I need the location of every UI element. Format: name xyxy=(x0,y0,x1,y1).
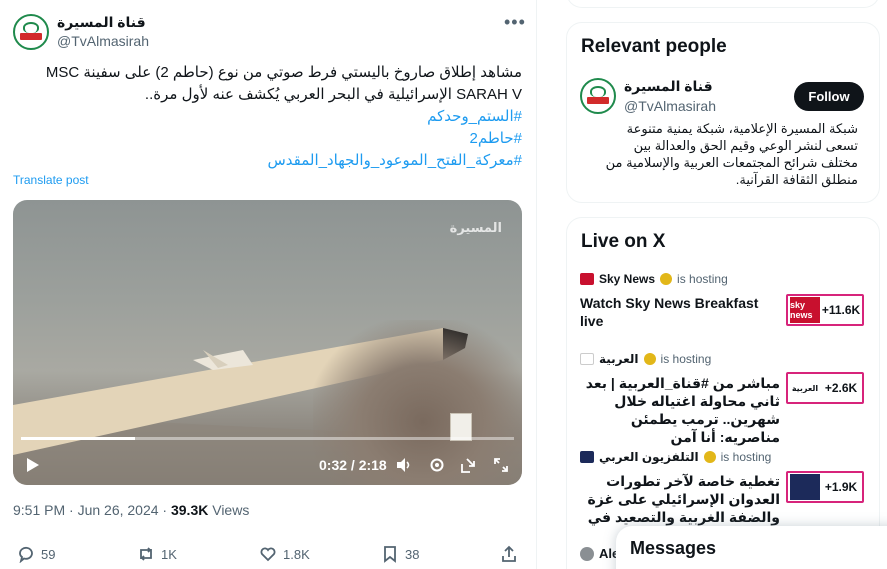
verified-badge-icon xyxy=(660,273,673,285)
views-count: 39.3K xyxy=(170,502,209,518)
hashtag-link[interactable]: #معركة_الفتح_الموعود_والجهاد_المقدس xyxy=(14,150,522,172)
reply-count: 59 xyxy=(41,546,56,562)
relevant-people-heading: Relevant people xyxy=(581,36,727,57)
live-listener-count: +1.9K xyxy=(824,480,858,494)
live-listener-count: +11.6K xyxy=(821,303,861,317)
video-player[interactable]: المسيرة 0:32 / 2:18 xyxy=(13,200,522,485)
live-listener-chip[interactable]: العربية +2.6K xyxy=(786,372,864,404)
sky-news-channel-icon xyxy=(580,273,594,285)
live-listener-count: +2.6K xyxy=(824,381,858,395)
repost-count: 1K xyxy=(161,546,177,562)
live-listener-chip[interactable]: sky news +11.6K xyxy=(786,294,864,326)
heart-icon xyxy=(260,547,276,562)
main-column: قناة المسيرة @TvAlmasirah ••• مشاهد إطلا… xyxy=(0,0,537,569)
relevant-person-handle[interactable]: @TvAlmasirah xyxy=(624,98,716,114)
hashtag-link[interactable]: #الستم_وحدكم xyxy=(14,106,522,128)
post-meta: 9:51 PM · Jun 26, 2024 · 39.3K Views xyxy=(13,502,249,518)
picture-in-picture-icon[interactable] xyxy=(460,456,478,474)
video-progress-fill xyxy=(21,437,136,440)
post-text-line: SARAH V الإسرائيلية في البحر العربي يُكش… xyxy=(144,86,522,103)
translate-post-link[interactable]: Translate post xyxy=(13,173,89,187)
video-watermark: المسيرة xyxy=(449,220,502,235)
bookmark-count: 38 xyxy=(405,546,420,562)
alaraby-tv-logo-icon xyxy=(790,474,820,500)
almasirah-logo-icon xyxy=(20,22,42,42)
volume-icon[interactable] xyxy=(395,456,413,474)
live-host-row[interactable]: العربية is hosting xyxy=(580,352,711,366)
live-host-row-partial[interactable]: Ale xyxy=(580,546,619,561)
live-host-name: العربية xyxy=(599,352,639,366)
relevant-person-avatar[interactable] xyxy=(580,78,616,114)
post-text-line: مشاهد إطلاق صاروخ باليستي فرط صوتي من نو… xyxy=(45,64,522,81)
alaraby-tv-channel-icon xyxy=(580,451,594,463)
reply-icon xyxy=(19,546,33,563)
share-button[interactable] xyxy=(500,545,518,563)
live-host-name: التلفزيون العربي xyxy=(599,450,699,464)
almasirah-logo-icon xyxy=(587,86,609,106)
like-count: 1.8K xyxy=(283,546,310,562)
verified-badge-icon xyxy=(643,353,656,365)
reply-button[interactable]: 59 xyxy=(17,545,55,563)
repost-icon xyxy=(140,547,152,561)
alarabiya-channel-icon xyxy=(580,353,594,365)
bookmark-button[interactable]: 38 xyxy=(381,545,419,563)
views-label: Views xyxy=(208,502,250,518)
author-handle[interactable]: @TvAlmasirah xyxy=(57,33,149,49)
relevant-person-bio: شبكة المسيرة الإعلامية، شبكة يمنية متنوع… xyxy=(605,121,858,187)
bookmark-icon xyxy=(384,546,396,563)
follow-button[interactable]: Follow xyxy=(794,82,864,111)
hosting-label: is hosting xyxy=(720,450,772,464)
live-title[interactable]: مباشر من #قناة_العربية | بعد ثاني محاولة… xyxy=(580,374,780,446)
live-on-x-heading: Live on X xyxy=(581,231,666,252)
live-title[interactable]: تغطية خاصة لآخر تطورات العدوان الإسرائيل… xyxy=(580,472,781,526)
post-text: مشاهد إطلاق صاروخ باليستي فرط صوتي من نو… xyxy=(14,62,522,172)
more-options-icon[interactable]: ••• xyxy=(504,12,526,33)
play-icon[interactable] xyxy=(27,458,39,472)
author-name[interactable]: قناة المسيرة xyxy=(57,14,146,31)
hosting-label: is hosting xyxy=(677,272,728,286)
settings-gear-icon[interactable] xyxy=(428,456,446,474)
author-avatar[interactable] xyxy=(13,14,49,50)
post-action-bar: 59 1K 1.8K 38 xyxy=(0,542,537,566)
share-icon xyxy=(502,545,516,562)
live-host-name: Sky News xyxy=(599,272,656,286)
post-timestamp[interactable]: 9:51 PM · Jun 26, 2024 · xyxy=(13,502,171,518)
verified-badge-icon xyxy=(703,451,716,463)
video-progress-bar[interactable] xyxy=(21,437,514,440)
video-timecode: 0:32 / 2:18 xyxy=(319,457,387,473)
fullscreen-icon[interactable] xyxy=(492,456,510,474)
hashtag-link[interactable]: #حاطم2 xyxy=(14,128,522,150)
messages-label: Messages xyxy=(630,538,717,558)
repost-button[interactable]: 1K xyxy=(137,545,177,563)
previous-card-edge xyxy=(566,0,880,8)
hosting-label: is hosting xyxy=(660,352,712,366)
like-button[interactable]: 1.8K xyxy=(259,545,310,563)
host-avatar-icon xyxy=(580,546,594,561)
messages-drawer[interactable]: Messages xyxy=(616,526,887,569)
relevant-person-name[interactable]: قناة المسيرة xyxy=(624,78,713,95)
live-title[interactable]: Watch Sky News Breakfast live xyxy=(580,294,780,330)
alarabiya-logo-icon: العربية xyxy=(790,375,820,401)
live-host-row[interactable]: Sky News is hosting xyxy=(580,272,728,286)
sky-news-logo-icon: sky news xyxy=(790,297,820,323)
live-host-row[interactable]: التلفزيون العربي is hosting xyxy=(580,450,771,464)
live-listener-chip[interactable]: +1.9K xyxy=(786,471,864,503)
